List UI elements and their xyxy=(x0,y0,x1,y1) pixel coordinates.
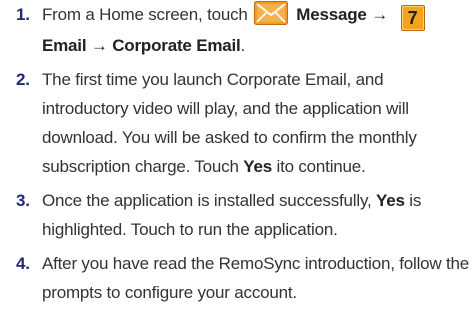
step-end: . xyxy=(240,36,246,55)
step-text: Once the application is installed succes… xyxy=(42,191,372,210)
yes-label: Yes xyxy=(376,191,405,210)
step-3: 3. Once the application is installed suc… xyxy=(6,186,470,244)
step-number: 4. xyxy=(16,254,30,273)
email-label: Email xyxy=(42,36,87,55)
arrow-icon: → xyxy=(90,36,108,55)
step-text: After you have read the RemoSync introdu… xyxy=(42,254,470,302)
yes-label: Yes xyxy=(243,157,272,176)
number-key-icon: 7 xyxy=(400,5,425,31)
message-label: Message xyxy=(296,5,367,24)
step-number: 3. xyxy=(16,191,30,210)
step-number: 1. xyxy=(16,5,30,24)
instructions-page: 1. From a Home screen, touch Message → 7… xyxy=(0,0,474,317)
steps-list: 1. From a Home screen, touch Message → 7… xyxy=(6,0,470,307)
step-number: 2. xyxy=(16,70,30,89)
envelope-icon xyxy=(253,1,288,25)
step-text: From a Home screen, touch xyxy=(42,5,248,24)
corporate-email-label: Corporate Email xyxy=(112,36,241,55)
arrow-icon: → xyxy=(371,5,388,24)
step-text-after: ito continue. xyxy=(276,157,366,176)
step-1: 1. From a Home screen, touch Message → 7… xyxy=(6,0,470,60)
step-4: 4. After you have read the RemoSync intr… xyxy=(6,249,470,307)
step-2: 2. The first time you launch Corporate E… xyxy=(6,65,470,181)
